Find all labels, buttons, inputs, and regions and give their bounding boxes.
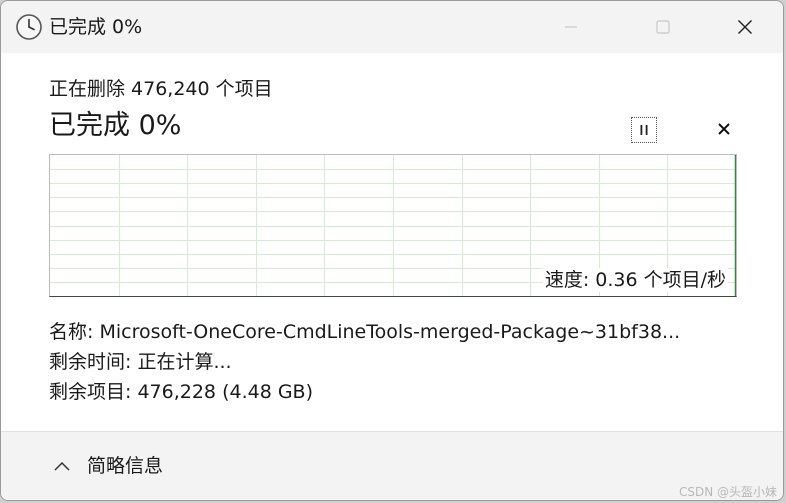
maximize-button[interactable] bbox=[633, 1, 693, 53]
footer-bar: 简略信息 CSDN @头盔小妹 bbox=[1, 431, 783, 500]
detail-items-row: 剩余项目: 476,228 (4.48 GB) bbox=[49, 377, 680, 407]
title-bar[interactable]: 已完成 0% bbox=[1, 1, 783, 53]
close-icon bbox=[737, 19, 753, 35]
window-title: 已完成 0% bbox=[49, 16, 143, 38]
chevron-up-icon[interactable] bbox=[53, 458, 71, 472]
minimize-button[interactable] bbox=[541, 1, 601, 53]
clock-icon bbox=[15, 13, 43, 41]
stop-button[interactable] bbox=[713, 117, 735, 143]
stop-icon bbox=[717, 121, 731, 140]
speed-graph: 速度: 0.36 个项目/秒 bbox=[49, 154, 737, 297]
detail-name-value: Microsoft-OneCore-CmdLineTools-merged-Pa… bbox=[99, 321, 681, 343]
maximize-icon bbox=[656, 20, 670, 34]
delete-progress-window: 已完成 0% 正在删除 476,240 个项目 已完成 0% 速度: 0.36 … bbox=[0, 0, 784, 501]
speed-readout: 速度: 0.36 个项目/秒 bbox=[542, 268, 728, 292]
detail-name-label: 名称: bbox=[49, 321, 94, 343]
close-button[interactable] bbox=[715, 1, 775, 53]
detail-items-value: 476,228 (4.48 GB) bbox=[137, 381, 313, 403]
detail-items-label: 剩余项目: bbox=[49, 381, 132, 403]
detail-time-label: 剩余时间: bbox=[49, 351, 132, 373]
watermark: CSDN @头盔小妹 bbox=[678, 485, 777, 499]
percent-complete: 已完成 0% bbox=[49, 110, 182, 141]
details-panel: 名称: Microsoft-OneCore-CmdLineTools-merge… bbox=[49, 317, 680, 407]
minimize-icon bbox=[564, 20, 578, 34]
progress-content: 正在删除 476,240 个项目 已完成 0% 速度: 0.36 个项目/秒 名… bbox=[1, 53, 783, 431]
detail-time-row: 剩余时间: 正在计算... bbox=[49, 347, 680, 377]
pause-button[interactable] bbox=[631, 117, 657, 143]
pause-icon bbox=[638, 121, 650, 140]
detail-name-row: 名称: Microsoft-OneCore-CmdLineTools-merge… bbox=[49, 317, 680, 347]
operation-summary: 正在删除 476,240 个项目 bbox=[49, 78, 273, 100]
detail-time-value: 正在计算... bbox=[137, 351, 232, 373]
fewer-details-toggle[interactable]: 简略信息 bbox=[87, 454, 163, 478]
